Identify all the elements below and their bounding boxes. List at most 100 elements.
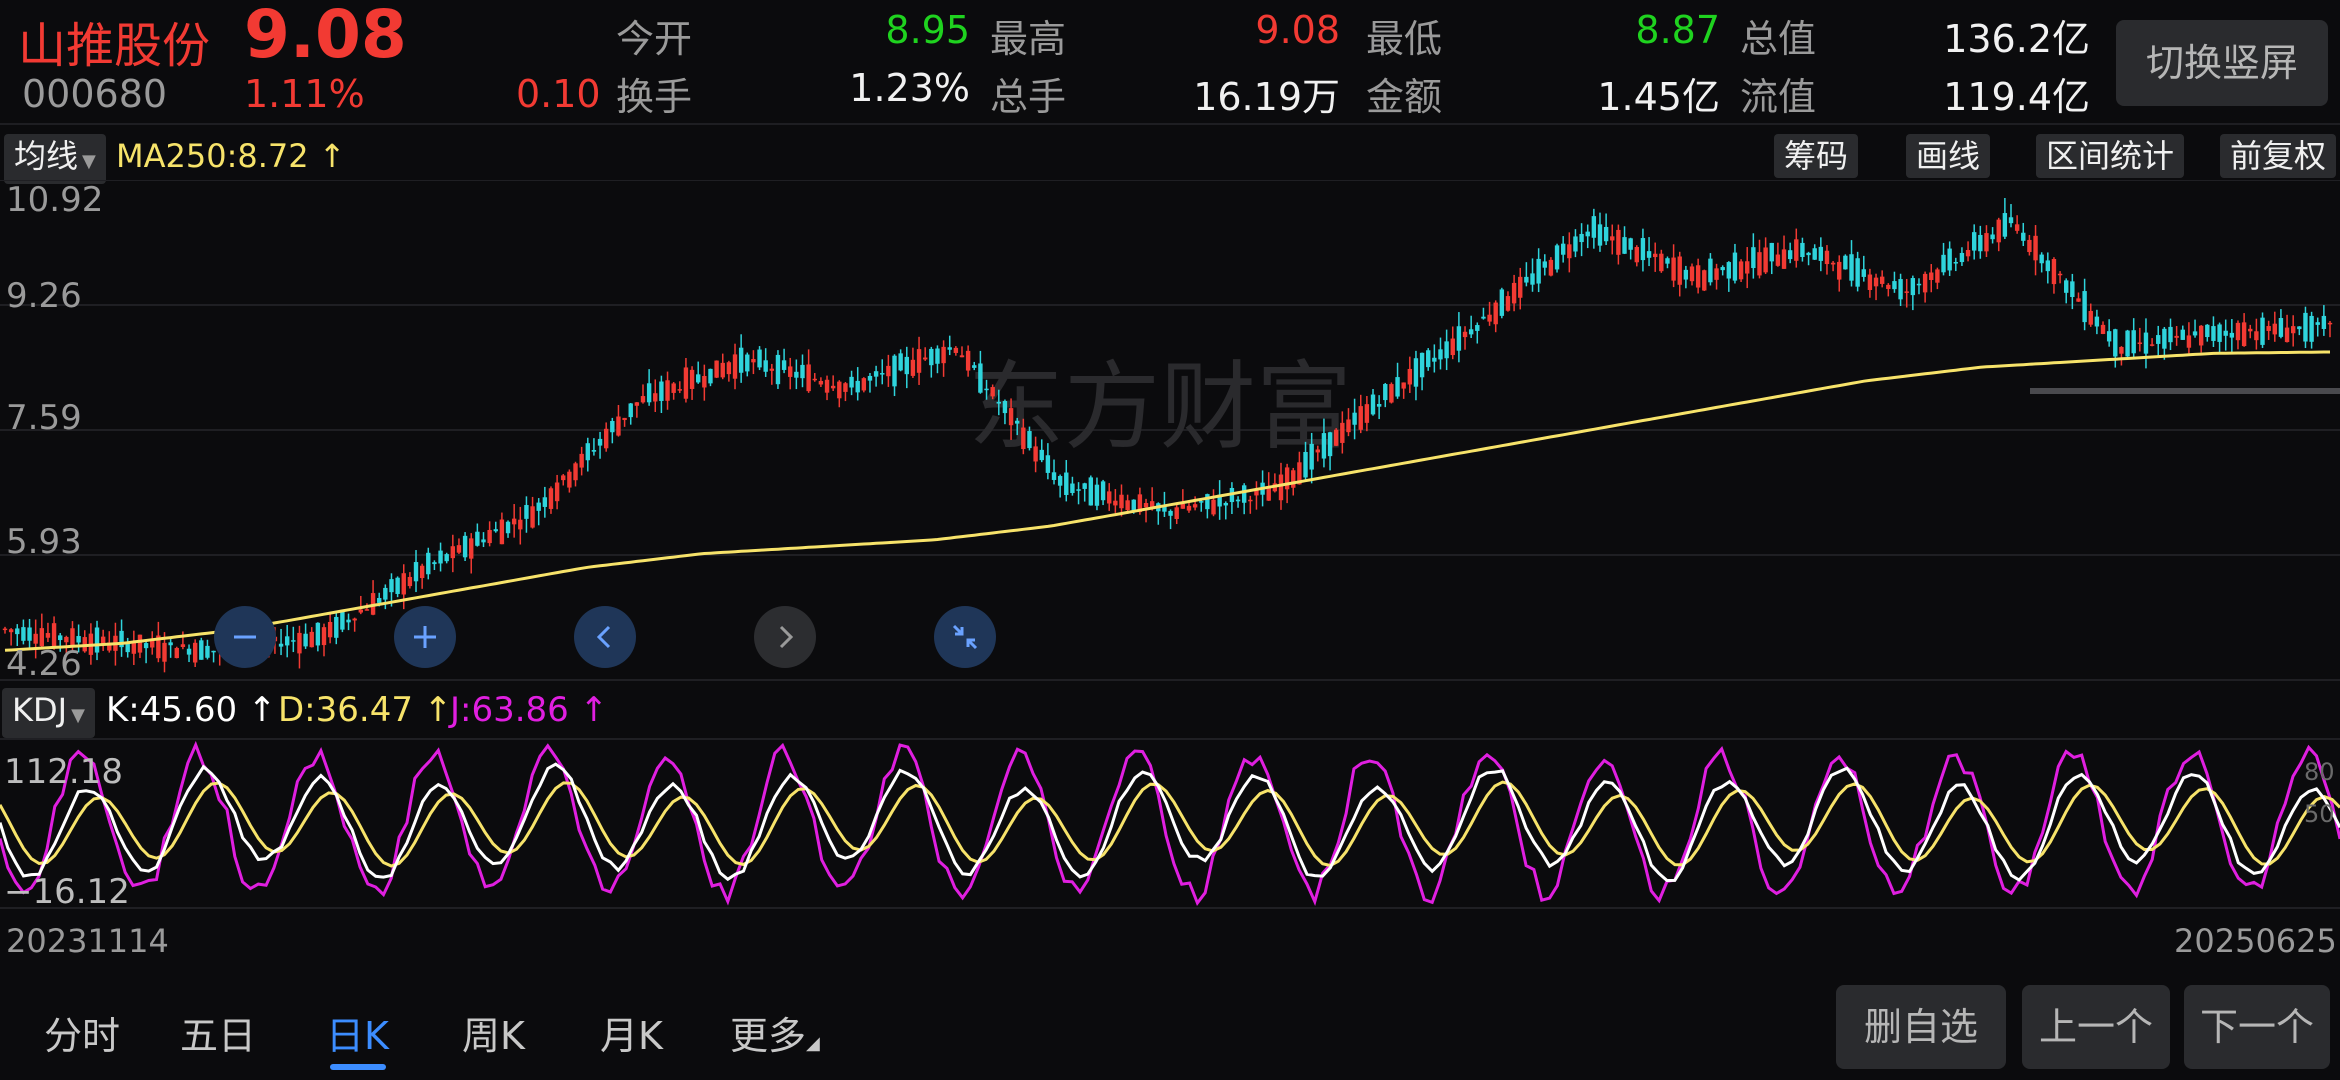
d-value: D:36.47 [278, 690, 413, 730]
candle-body [1419, 352, 1425, 378]
range-stats-button[interactable]: 区间统计 [2036, 134, 2185, 178]
tab-five-day[interactable]: 五日 [180, 1005, 256, 1060]
indicator-dropdown[interactable]: 均线 ▼ [4, 134, 106, 184]
up-arrow-icon: ↑ [412, 690, 453, 730]
open-label: 今开 [616, 17, 693, 61]
y-tick-2: 9.26 [6, 276, 82, 316]
candle-body [174, 647, 179, 659]
next-button[interactable]: 下一个 [2184, 985, 2330, 1069]
candle-body [646, 383, 652, 403]
candle-body [1677, 256, 1682, 285]
candle-body [965, 350, 971, 371]
candle-body [1327, 432, 1333, 457]
candle-body [702, 375, 707, 388]
candle-body [1033, 446, 1038, 462]
candle-body [726, 362, 732, 375]
candle-body [505, 521, 511, 534]
scroll-left-button[interactable] [574, 606, 636, 668]
candle-body [677, 389, 683, 391]
y-tick-4: 5.93 [6, 522, 82, 562]
candle-body [1168, 510, 1173, 516]
shrink-icon [952, 624, 978, 650]
chips-button[interactable]: 筹码 [1774, 134, 1859, 178]
candle-body [419, 565, 425, 579]
open-value: 8.95 [885, 8, 970, 52]
candle-body [2143, 332, 2149, 354]
k-readout: K:45.60 ↑ [106, 688, 276, 732]
candle-body [15, 628, 20, 635]
j-value: J:63.86 [450, 690, 569, 730]
candle-body [1021, 427, 1026, 450]
candle-body [2027, 239, 2032, 253]
candle-body [1806, 252, 1811, 256]
amount-label: 金额 [1366, 75, 1443, 119]
candle-body [1450, 338, 1455, 356]
candle-body [1849, 254, 1854, 281]
candle-body [616, 416, 621, 436]
candle-body [340, 610, 345, 630]
candle-body [1990, 234, 1995, 240]
candle-body [2094, 316, 2100, 327]
stock-name: 山推股份 [18, 18, 211, 74]
turnover-label: 换手 [616, 75, 693, 119]
kdj-grid [0, 738, 2340, 909]
zoom-out-button[interactable] [214, 606, 276, 668]
candle-body [493, 529, 498, 532]
candle-body [1984, 233, 1989, 252]
tab-intraday[interactable]: 分时 [44, 1005, 120, 1060]
candle-body [1843, 255, 1848, 270]
turnover-value: 1.23% [849, 66, 970, 110]
remove-watchlist-button[interactable]: 删自选 [1836, 985, 2006, 1069]
switch-portrait-button[interactable]: 切换竖屏 [2116, 20, 2328, 106]
candle-body [2235, 322, 2241, 341]
tab-more[interactable]: 更多◢ [730, 1005, 820, 1060]
kdj-chart[interactable] [0, 738, 2340, 910]
candle-body [432, 562, 437, 565]
candle-body [1751, 247, 1756, 269]
candle-body [2131, 330, 2136, 354]
kdj-dropdown[interactable]: KDJ ▼ [2, 688, 95, 738]
candle-body [1978, 234, 1983, 252]
candle-body [843, 383, 848, 392]
candle-body [1462, 331, 1468, 338]
candle-body [2198, 325, 2204, 346]
y-tick-1: 10.92 [6, 180, 104, 220]
draw-line-button[interactable]: 画线 [1906, 134, 1991, 178]
collapse-button[interactable] [934, 606, 996, 668]
candle-body [794, 371, 799, 378]
candle-body [462, 535, 468, 558]
k-value: K:45.60 [106, 690, 238, 730]
candle-body [1861, 269, 1866, 277]
candle-body [1100, 481, 1106, 501]
candle-body [315, 622, 321, 646]
candle-body [2260, 317, 2265, 345]
zoom-in-button[interactable] [394, 606, 456, 668]
candle-body [309, 631, 314, 648]
candle-body [1745, 261, 1750, 274]
previous-button[interactable]: 上一个 [2022, 985, 2170, 1069]
ma250-value: MA250:8.72 [116, 137, 309, 175]
candle-body [1837, 261, 1842, 280]
candle-body [1542, 261, 1547, 268]
tab-weekly-k[interactable]: 周K [462, 1005, 525, 1060]
adjust-button[interactable]: 前复权 [2220, 134, 2337, 178]
candle-body [1787, 250, 1793, 260]
candle-body [1763, 247, 1768, 273]
candle-body [1346, 419, 1351, 433]
j-readout: J:63.86 ↑ [450, 688, 608, 732]
candle-body [1683, 269, 1689, 280]
candle-body [2309, 315, 2314, 342]
tab-daily-k[interactable]: 日K [326, 1005, 389, 1060]
candle-body [1468, 329, 1474, 335]
candle-body [1088, 477, 1094, 506]
scroll-right-button[interactable] [754, 606, 816, 668]
candlestick-chart[interactable]: 东方财富 [0, 180, 2340, 682]
candle-body [1211, 499, 1216, 515]
tab-monthly-k[interactable]: 月K [600, 1005, 663, 1060]
candle-body [2051, 258, 2057, 285]
candle-body [1935, 269, 1940, 283]
kdj-tick-80: 80 [2304, 758, 2335, 786]
up-arrow-icon: ↑ [237, 690, 277, 730]
candle-body [880, 373, 885, 375]
candle-body [1248, 499, 1253, 502]
